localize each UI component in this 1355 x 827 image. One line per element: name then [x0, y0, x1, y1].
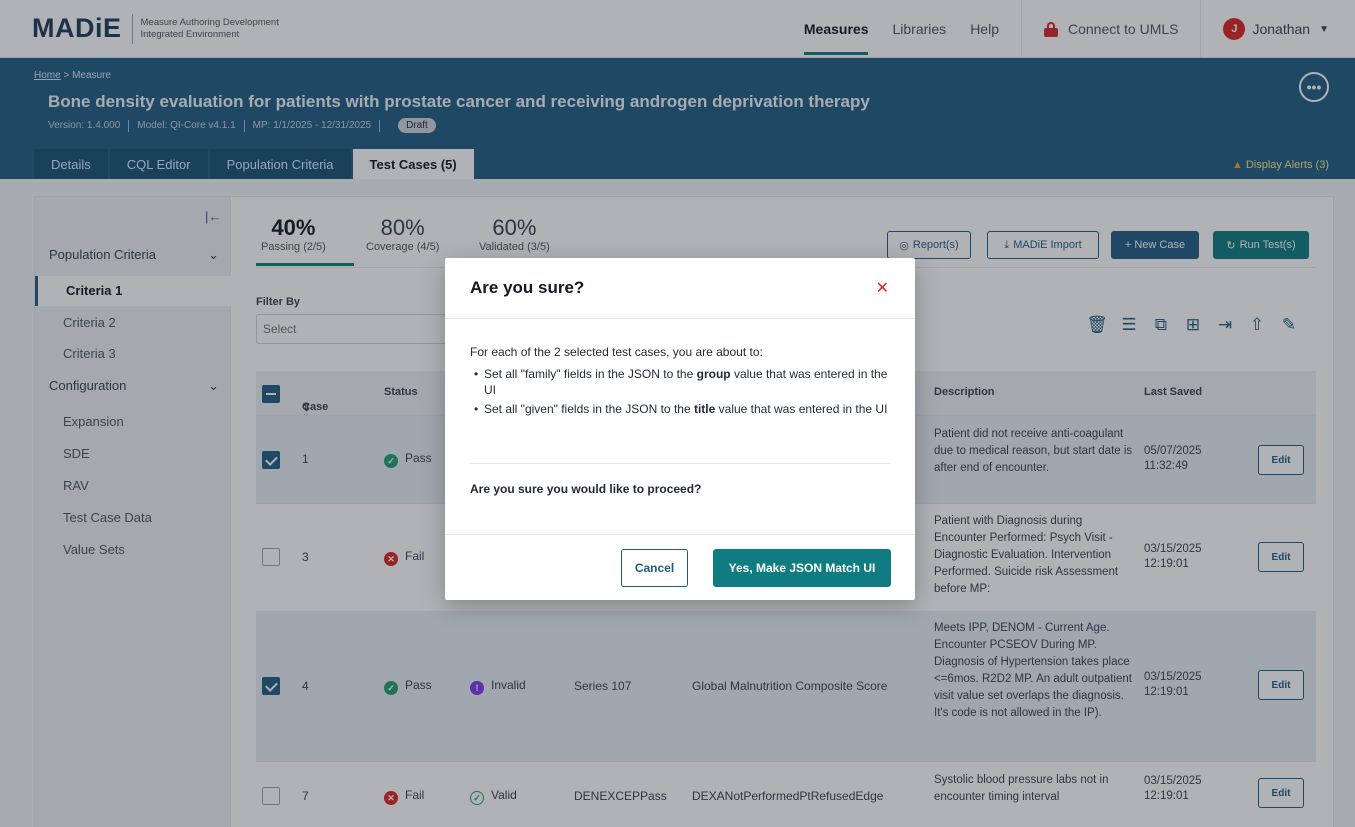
- dialog-question: Are you sure you would like to proceed?: [470, 482, 702, 496]
- dialog-divider: [445, 318, 915, 319]
- confirm-dialog: Are you sure? ✕ For each of the 2 select…: [445, 258, 915, 600]
- bullet-text: value that was entered in the UI: [715, 402, 888, 416]
- dialog-bullets: Set all "family" fields in the JSON to t…: [470, 366, 890, 417]
- dialog-intro: For each of the 2 selected test cases, y…: [470, 345, 763, 359]
- dialog-inner-divider: [470, 463, 890, 464]
- bullet-text: Set all "family" fields in the JSON to t…: [484, 367, 697, 381]
- cancel-button[interactable]: Cancel: [621, 549, 688, 587]
- dialog-bullet-family: Set all "family" fields in the JSON to t…: [470, 366, 890, 398]
- bullet-text: Set all "given" fields in the JSON to th…: [484, 402, 694, 416]
- bullet-bold: title: [693, 402, 716, 416]
- dialog-footer-divider: [445, 534, 915, 535]
- dialog-bullet-given: Set all "given" fields in the JSON to th…: [470, 401, 890, 417]
- confirm-button[interactable]: Yes, Make JSON Match UI: [713, 549, 891, 587]
- dialog-body: For each of the 2 selected test cases, y…: [470, 344, 890, 420]
- close-icon[interactable]: ✕: [876, 278, 889, 298]
- dialog-title: Are you sure?: [470, 278, 585, 297]
- bullet-bold: group: [696, 367, 731, 381]
